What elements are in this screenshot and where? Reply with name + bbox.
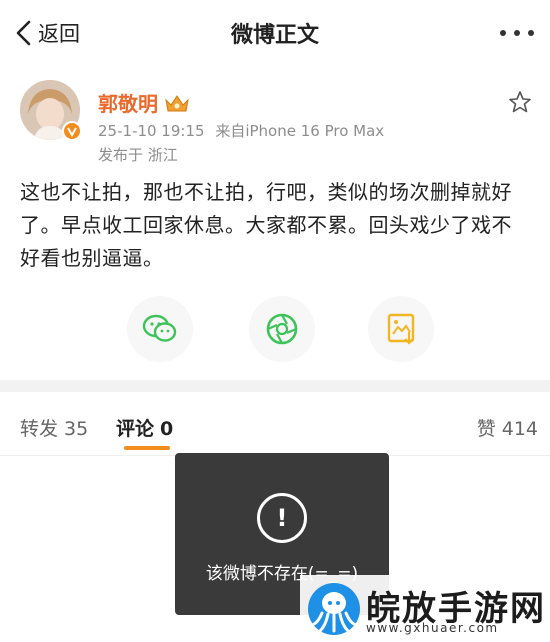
octopus-logo-icon [308,583,360,635]
post-source: 来自iPhone 16 Pro Max [215,122,385,140]
avatar[interactable] [20,80,82,141]
wechat-icon [142,314,177,342]
crown-badge-icon [165,94,189,111]
tab-repost-count: 35 [64,418,89,440]
share-row [0,296,550,366]
tab-comments-count: 0 [160,418,174,440]
author-name[interactable]: 郭敬明 [98,88,190,117]
tab-likes-label: 赞 [476,418,496,440]
moments-icon [266,313,298,345]
watermark-url: www.gxhuaer.com [366,621,499,635]
share-wechat-button[interactable] [127,296,193,362]
page-title: 微博正文 [230,23,319,48]
tab-repost-label: 转发 [20,418,59,440]
tab-comments[interactable]: 评论 0 [116,414,173,441]
section-divider [0,380,550,392]
active-tab-indicator [124,446,170,450]
share-moments-button[interactable] [249,296,315,362]
post-content: 这也不让拍，那也不让拍，行吧，类似的场次删掉就好了。早点收工回家休息。大家都不累… [20,180,512,270]
post-time: 25-1-10 19:15 [98,122,205,140]
post-location: 发布于 浙江 [98,146,178,164]
site-watermark: 皖放手游网 www.gxhuaer.com [300,575,550,642]
post-card: 郭敬明 25-1-10 19:15 来自iPhone 16 Pro Max 发布… [0,66,550,380]
author-name-text: 郭敬明 [98,92,158,116]
verified-badge-icon [62,121,82,141]
tab-comments-label: 评论 [116,418,155,440]
tab-likes[interactable]: 赞 414 [477,414,538,441]
favorite-star-icon[interactable] [508,90,532,114]
exclamation-icon: ! [257,493,307,543]
interaction-tabs: 转发 35 评论 0 赞 414 [0,392,550,456]
post-meta: 25-1-10 19:15 来自iPhone 16 Pro Max [98,120,384,141]
top-nav-bar: 返回 微博正文 [0,0,550,66]
more-options-icon[interactable] [500,26,534,40]
tab-likes-count: 414 [501,418,538,440]
save-image-icon [387,313,415,345]
tab-repost[interactable]: 转发 35 [20,414,88,441]
save-image-button[interactable] [368,296,434,362]
